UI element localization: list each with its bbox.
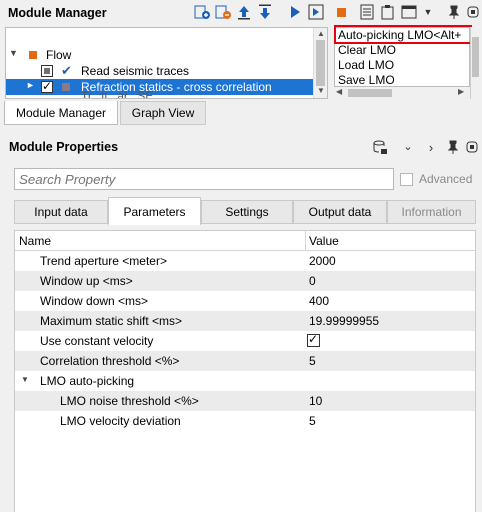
property-name: Window down <ms> [40, 294, 149, 308]
chevron-right-icon[interactable]: › [423, 139, 439, 155]
pin-icon[interactable] [446, 4, 462, 20]
scroll-left-icon[interactable]: ◀ [336, 87, 342, 96]
tree-root-label: Flow [46, 48, 72, 62]
property-name: LMO noise threshold <%> [60, 394, 199, 408]
property-grid[interactable]: Name Value Trend aperture <meter> 2000 W… [14, 230, 476, 512]
property-value[interactable]: 2000 [309, 254, 336, 268]
chevron-down-icon[interactable]: ▼ [420, 4, 436, 20]
property-value[interactable]: 5 [309, 354, 316, 368]
stop-icon[interactable] [333, 4, 349, 20]
expand-icon[interactable]: ▼ [9, 48, 18, 58]
property-value[interactable]: 0 [309, 274, 316, 288]
property-row[interactable]: LMO velocity deviation 5 [15, 411, 475, 431]
flow-icon [29, 51, 37, 59]
scrollbar-thumb[interactable] [316, 40, 325, 86]
menu-vertical-scrollbar[interactable] [470, 27, 480, 99]
highlight-frame [334, 25, 472, 44]
column-separator[interactable] [305, 231, 306, 251]
module-manager-panel: Module Manager ▼ ▼ Flow ✔ Read seismic t… [0, 0, 482, 126]
property-name: LMO velocity deviation [60, 414, 181, 428]
list-icon[interactable] [359, 4, 375, 20]
advanced-label: Advanced [419, 172, 473, 186]
tree-item-selected[interactable]: ► ✓ Refraction statics - cross correlati… [6, 79, 327, 95]
move-down-icon[interactable] [257, 4, 273, 20]
chevron-down-icon[interactable]: ⌄ [400, 139, 416, 155]
expand-icon[interactable]: ► [26, 80, 35, 90]
module-manager-title: Module Manager [8, 6, 107, 20]
database-lock-icon[interactable] [372, 139, 388, 155]
property-name: Maximum static shift <ms> [40, 314, 183, 328]
property-value[interactable]: 10 [309, 394, 322, 408]
column-header-value[interactable]: Value [309, 234, 339, 248]
tab-input-data[interactable]: Input data [14, 200, 108, 224]
property-row[interactable]: Trend aperture <meter> 2000 [15, 251, 475, 271]
property-name: Window up <ms> [40, 274, 133, 288]
property-group-name: LMO auto-picking [40, 374, 135, 388]
collapse-icon[interactable]: ▼ [21, 375, 29, 384]
scroll-down-icon[interactable]: ▼ [317, 86, 325, 95]
module-properties-panel: Module Properties ⌄ › Advanced Input dat… [2, 131, 480, 512]
module-properties-title: Module Properties [9, 140, 119, 154]
scroll-right-icon[interactable]: ▶ [458, 87, 464, 96]
advanced-checkbox[interactable] [400, 173, 413, 186]
menu-item-load-lmo[interactable]: Load LMO [338, 58, 394, 72]
property-value[interactable]: 5 [309, 414, 316, 428]
menu-item-clear-lmo[interactable]: Clear LMO [338, 43, 396, 57]
column-header-name[interactable]: Name [19, 234, 51, 248]
property-row[interactable]: LMO noise threshold <%> 10 [15, 391, 475, 411]
close-icon[interactable] [464, 139, 480, 155]
item-enable-checkbox[interactable] [41, 65, 53, 77]
checkmark-icon: ✓ [308, 332, 319, 346]
tree-item-label: Tr...ti...ar...SE [81, 89, 154, 99]
grid-header: Name Value [15, 231, 475, 251]
tab-parameters[interactable]: Parameters [108, 197, 201, 225]
run-icon[interactable] [287, 4, 303, 20]
property-row[interactable]: Maximum static shift <ms> 19.99999955 [15, 311, 475, 331]
scrollbar-thumb[interactable] [348, 89, 392, 97]
tree-root-flow[interactable]: ▼ Flow [6, 47, 327, 63]
scroll-up-icon[interactable]: ▲ [317, 29, 325, 38]
tree-item-label: Read seismic traces [81, 64, 190, 78]
tab-settings[interactable]: Settings [201, 200, 293, 224]
property-row[interactable]: Use constant velocity ✓ [15, 331, 475, 351]
property-name: Trend aperture <meter> [40, 254, 167, 268]
close-icon[interactable] [465, 4, 481, 20]
menu-item-save-lmo[interactable]: Save LMO [338, 73, 395, 86]
item-enable-checkbox[interactable]: ✓ [41, 79, 53, 93]
tab-graph-view[interactable]: Graph View [120, 101, 206, 125]
property-row[interactable]: Window down <ms> 400 [15, 291, 475, 311]
move-up-icon[interactable] [236, 4, 252, 20]
checkmark-icon: ✔ [61, 63, 72, 78]
property-row[interactable]: Window up <ms> 0 [15, 271, 475, 291]
clipboard-icon[interactable] [380, 4, 396, 20]
tree-item[interactable]: ✔ Read seismic traces [6, 63, 327, 79]
scrollbar-thumb[interactable] [472, 37, 479, 77]
remove-module-icon[interactable] [215, 4, 231, 20]
property-value[interactable]: 19.99999955 [309, 314, 379, 328]
use-constant-velocity-checkbox[interactable]: ✓ [307, 332, 320, 347]
add-module-icon[interactable] [194, 4, 210, 20]
pin-icon[interactable] [445, 139, 461, 155]
property-name: Use constant velocity [40, 334, 154, 348]
tree-item[interactable]: Tr...ti...ar...SE [6, 89, 327, 98]
property-name: Correlation threshold <%> [40, 354, 180, 368]
property-group-row[interactable]: ▼ LMO auto-picking [15, 371, 475, 391]
tab-information[interactable]: Information [387, 200, 476, 224]
flow-tree[interactable]: ▼ Flow ✔ Read seismic traces ► ✓ Refract… [5, 27, 328, 99]
menu-horizontal-scrollbar[interactable]: ◀ ▶ [334, 87, 470, 99]
module-status-icon [62, 83, 70, 91]
window-icon[interactable] [401, 4, 417, 20]
tab-output-data[interactable]: Output data [293, 200, 387, 224]
search-property-input[interactable] [14, 168, 394, 190]
property-row[interactable]: Correlation threshold <%> 5 [15, 351, 475, 371]
run-to-end-icon[interactable] [308, 4, 324, 20]
tree-scrollbar[interactable]: ▲ ▼ [313, 28, 327, 98]
property-value[interactable]: 400 [309, 294, 329, 308]
tab-module-manager[interactable]: Module Manager [4, 101, 118, 125]
